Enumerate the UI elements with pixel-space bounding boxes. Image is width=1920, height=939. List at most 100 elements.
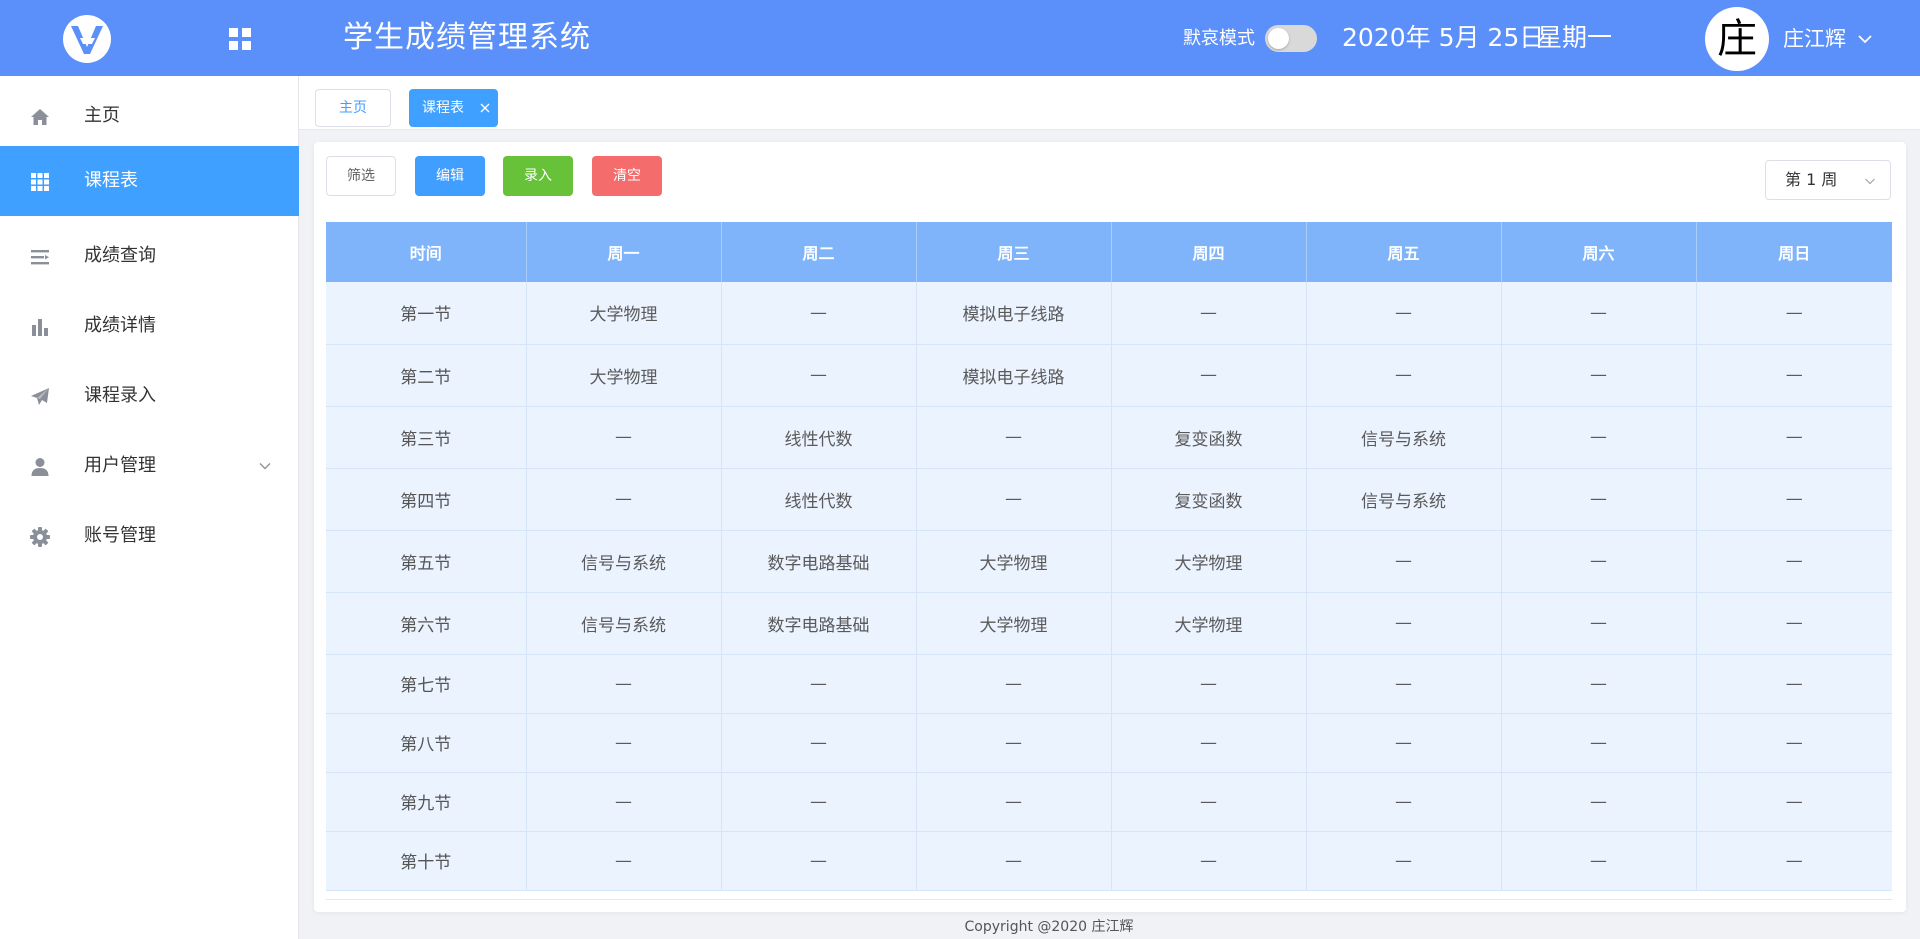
sidebar-item-score-query[interactable]: 成绩查询 [0,221,299,291]
sidebar-item-home[interactable]: 主页 [0,81,299,151]
course-cell[interactable]: — [1306,654,1502,714]
course-cell[interactable]: — [1696,406,1892,469]
course-cell[interactable]: — [916,831,1112,891]
course-cell[interactable]: — [1696,344,1892,407]
course-cell[interactable]: — [721,831,917,891]
course-cell[interactable]: — [526,772,722,832]
course-cell[interactable]: — [1696,530,1892,593]
sidebar-item-user-management[interactable]: 用户管理 [0,431,299,501]
filter-button[interactable]: 筛选 [326,156,396,196]
course-cell[interactable]: 大学物理 [916,592,1112,655]
week-select[interactable]: 第 1 周 [1765,160,1891,200]
course-cell[interactable]: — [1501,654,1697,714]
course-cell[interactable]: — [1501,282,1697,345]
sidebar-item-timetable[interactable]: 课程表 [0,146,299,216]
list-icon [31,250,49,265]
send-icon [31,388,49,405]
current-weekday: 星期一 [1537,23,1613,52]
period-cell: 第九节 [326,772,527,832]
course-cell[interactable]: — [1306,344,1502,407]
course-cell[interactable]: 信号与系统 [1306,468,1502,531]
tab-home[interactable]: 主页 [315,89,391,127]
course-cell[interactable]: — [1501,468,1697,531]
course-cell[interactable]: — [721,654,917,714]
course-cell[interactable]: — [1306,772,1502,832]
course-cell[interactable]: — [1501,406,1697,469]
course-cell[interactable]: — [1696,713,1892,773]
course-cell[interactable]: — [916,406,1112,469]
course-cell[interactable]: 复变函数 [1111,406,1307,469]
course-cell[interactable]: — [1501,831,1697,891]
course-cell[interactable]: — [1501,344,1697,407]
course-cell[interactable]: — [1111,772,1307,832]
table-row: 第二节 大学物理 — 模拟电子线路 — — — — [326,344,1892,407]
course-cell[interactable]: — [916,468,1112,531]
course-cell[interactable]: 信号与系统 [526,530,722,593]
course-cell[interactable]: — [526,406,722,469]
course-cell[interactable]: — [1111,344,1307,407]
chevron-down-icon[interactable] [258,459,272,473]
course-cell[interactable]: — [916,654,1112,714]
course-cell[interactable]: — [1696,592,1892,655]
course-cell[interactable]: — [916,713,1112,773]
course-cell[interactable]: 模拟电子线路 [916,282,1112,345]
course-cell[interactable]: — [1696,831,1892,891]
sidebar-item-score-details[interactable]: 成绩详情 [0,291,299,361]
course-cell[interactable]: 复变函数 [1111,468,1307,531]
course-cell[interactable]: — [721,772,917,832]
course-cell[interactable]: 大学物理 [916,530,1112,593]
course-cell[interactable]: 数字电路基础 [721,592,917,655]
apps-grid-icon[interactable] [228,27,252,51]
course-cell[interactable]: 大学物理 [526,344,722,407]
tab-timetable[interactable]: 课程表 [409,89,498,127]
course-cell[interactable]: — [1696,772,1892,832]
course-cell[interactable]: — [721,282,917,345]
course-cell[interactable]: — [1306,831,1502,891]
course-cell[interactable]: — [1306,530,1502,593]
period-cell: 第四节 [326,468,527,531]
clear-button[interactable]: 清空 [592,156,662,196]
course-cell[interactable]: 线性代数 [721,468,917,531]
table-row: 第五节 信号与系统 数字电路基础 大学物理 大学物理 — — — [326,530,1892,593]
user-avatar[interactable]: 庄 [1705,7,1769,71]
course-cell[interactable]: — [1111,831,1307,891]
enter-button[interactable]: 录入 [503,156,573,196]
course-cell[interactable]: — [1696,282,1892,345]
mourning-mode-toggle[interactable] [1265,25,1317,52]
course-cell[interactable]: 大学物理 [1111,592,1307,655]
course-cell[interactable]: — [1501,713,1697,773]
course-cell[interactable]: — [1306,282,1502,345]
course-cell[interactable]: — [526,713,722,773]
course-cell[interactable]: 大学物理 [1111,530,1307,593]
course-cell[interactable]: — [1501,530,1697,593]
course-cell[interactable]: — [916,772,1112,832]
course-cell[interactable]: — [1306,592,1502,655]
course-cell[interactable]: — [1501,772,1697,832]
bar-chart-icon [32,319,48,336]
course-cell[interactable]: — [721,713,917,773]
course-cell[interactable]: — [1111,282,1307,345]
chevron-down-icon[interactable] [1856,30,1874,48]
course-cell[interactable]: — [526,831,722,891]
course-cell[interactable]: — [1696,654,1892,714]
edit-button[interactable]: 编辑 [415,156,485,196]
course-cell[interactable]: — [1501,592,1697,655]
course-cell[interactable]: 模拟电子线路 [916,344,1112,407]
course-cell[interactable]: 数字电路基础 [721,530,917,593]
course-cell[interactable]: 信号与系统 [1306,406,1502,469]
course-cell[interactable]: 线性代数 [721,406,917,469]
course-cell[interactable]: — [1306,713,1502,773]
course-cell[interactable]: — [526,468,722,531]
course-cell[interactable]: — [1111,713,1307,773]
course-cell[interactable]: 信号与系统 [526,592,722,655]
sidebar-item-course-entry[interactable]: 课程录入 [0,361,299,431]
close-icon[interactable] [479,102,491,114]
course-cell[interactable]: — [1111,654,1307,714]
table-row: 第三节 — 线性代数 — 复变函数 信号与系统 — — [326,406,1892,469]
username[interactable]: 庄江辉 [1783,24,1846,54]
course-cell[interactable]: — [526,654,722,714]
course-cell[interactable]: 大学物理 [526,282,722,345]
course-cell[interactable]: — [1696,468,1892,531]
sidebar-item-account-management[interactable]: 账号管理 [0,501,299,571]
course-cell[interactable]: — [721,344,917,407]
